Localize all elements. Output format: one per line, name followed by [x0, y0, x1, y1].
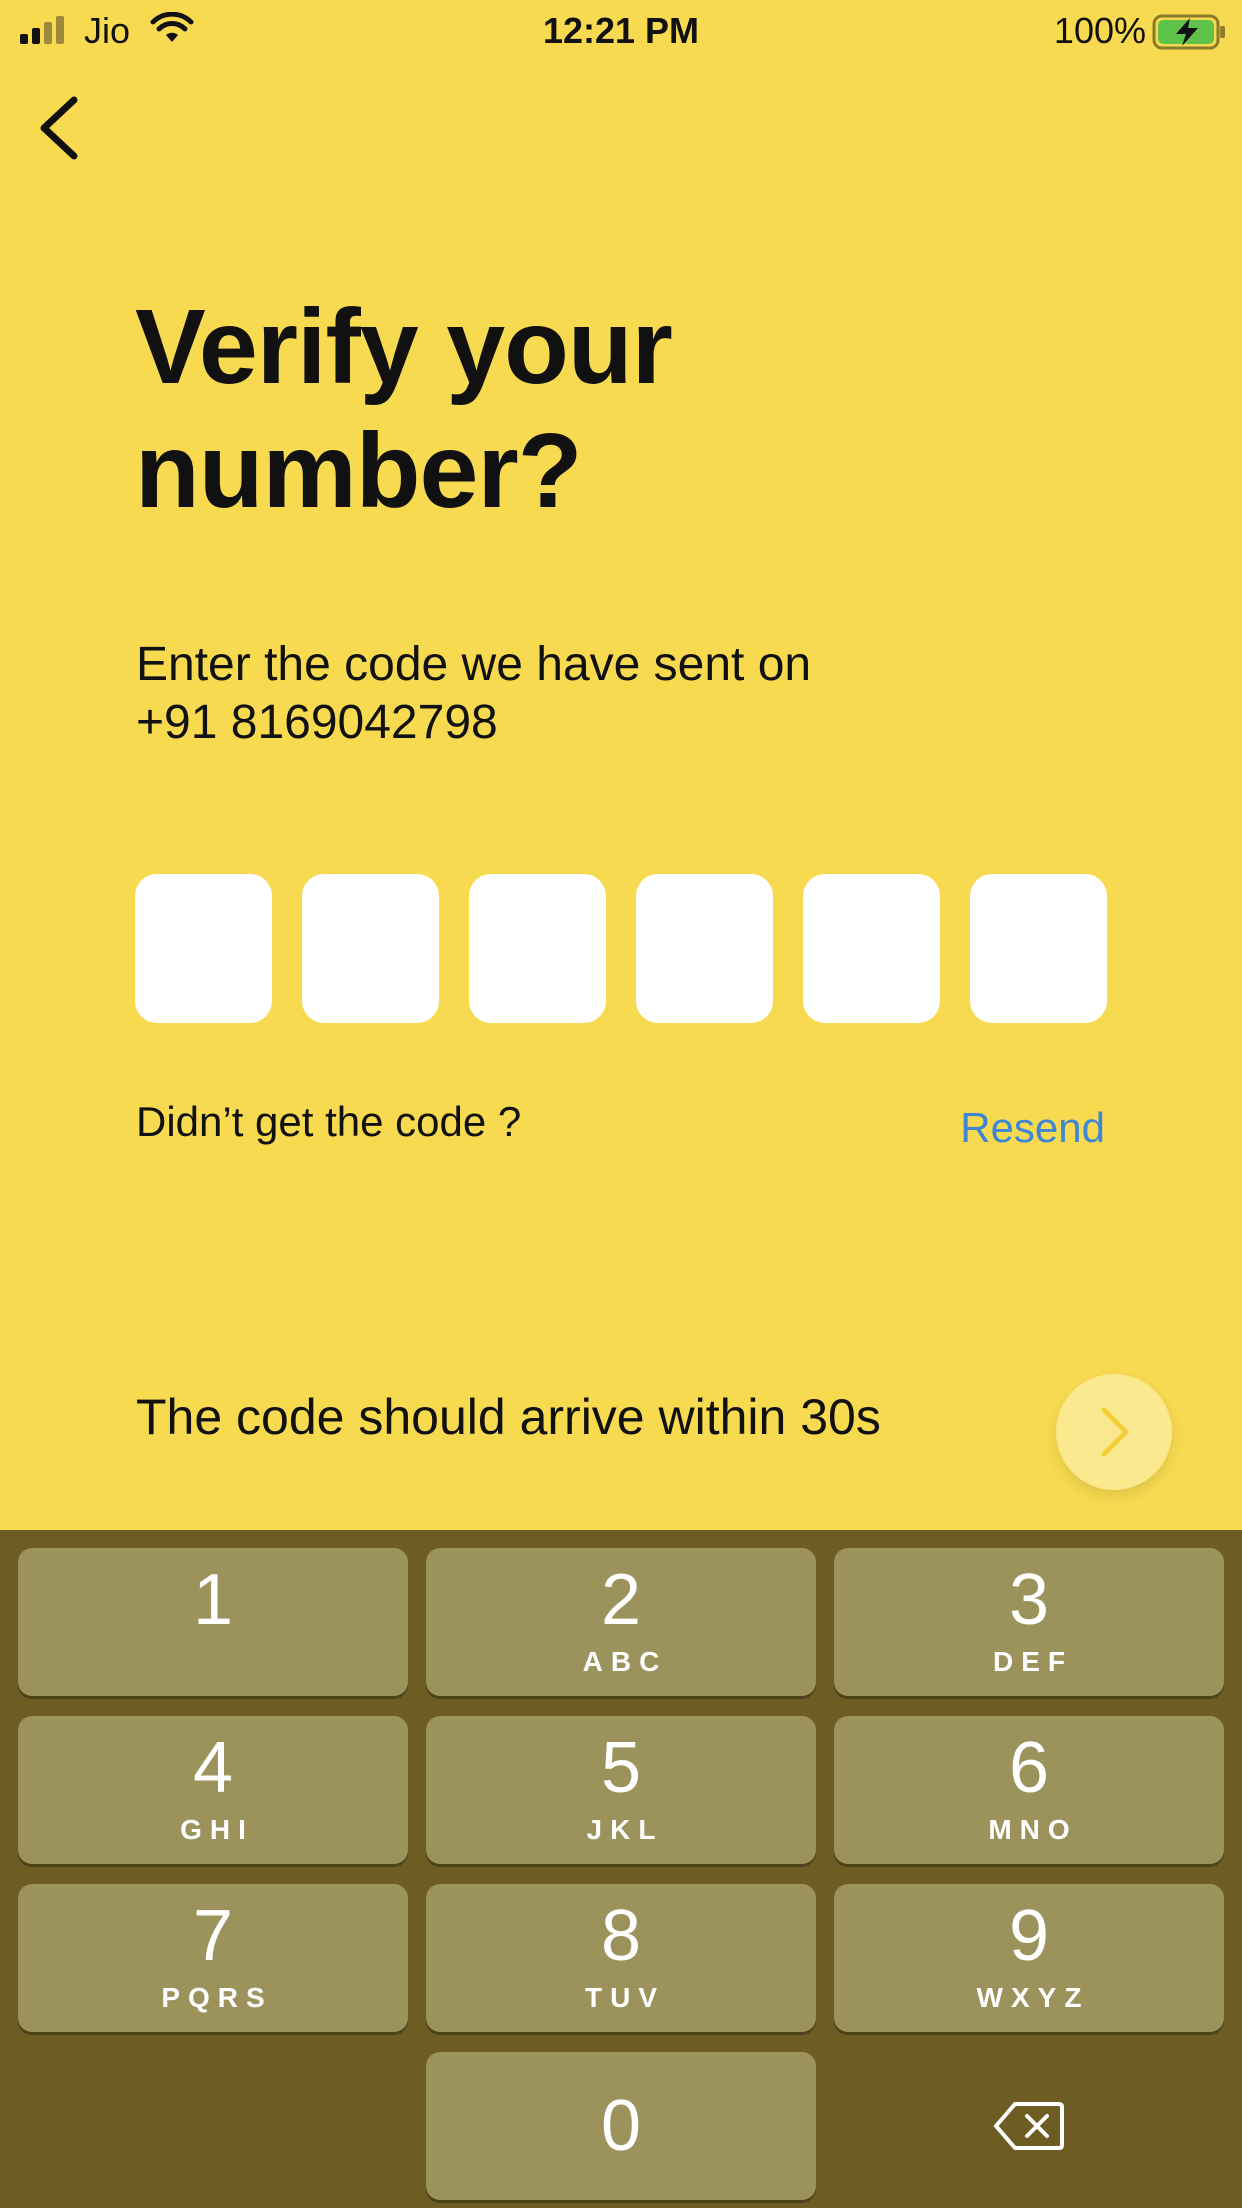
- key-9[interactable]: 9 WXYZ: [834, 1884, 1224, 2032]
- key-1[interactable]: 1: [18, 1548, 408, 1696]
- otp-input-group: [135, 874, 1107, 1023]
- key-number: 4: [192, 1728, 234, 1808]
- didnt-get-code-label: Didn’t get the code ?: [136, 1098, 522, 1145]
- key-8[interactable]: 8 TUV: [426, 1884, 816, 2032]
- key-letters: JKL: [586, 1814, 664, 1845]
- back-button[interactable]: [30, 88, 86, 168]
- resend-link[interactable]: Resend: [960, 1104, 1105, 1152]
- backspace-button[interactable]: [834, 2052, 1224, 2200]
- key-0[interactable]: 0: [426, 2052, 816, 2200]
- key-4[interactable]: 4 GHI: [18, 1716, 408, 1864]
- key-3[interactable]: 3 DEF: [834, 1548, 1224, 1696]
- otp-digit-4[interactable]: [636, 874, 773, 1023]
- key-2[interactable]: 2 ABC: [426, 1548, 816, 1696]
- key-number: 2: [600, 1560, 642, 1640]
- key-letters: WXYZ: [976, 1982, 1090, 2013]
- key-letters: GHI: [180, 1814, 254, 1845]
- key-number: 9: [1008, 1896, 1050, 1976]
- key-number: 0: [600, 2086, 642, 2166]
- key-number: 7: [192, 1896, 234, 1976]
- chevron-left-icon: [40, 96, 78, 160]
- key-number: 3: [1008, 1560, 1050, 1640]
- key-number: 6: [1008, 1728, 1050, 1808]
- key-7[interactable]: 7 PQRS: [18, 1884, 408, 2032]
- instruction-text: Enter the code we have sent on +91 81690…: [136, 636, 1036, 752]
- battery-charging-icon: [1152, 14, 1225, 50]
- arrival-hint: The code should arrive within 30s: [136, 1389, 881, 1445]
- key-5[interactable]: 5 JKL: [426, 1716, 816, 1864]
- otp-digit-5[interactable]: [803, 874, 940, 1023]
- key-letters: ABC: [582, 1646, 668, 1677]
- key-number: 5: [600, 1728, 642, 1808]
- key-letters: MNO: [988, 1814, 1078, 1845]
- instruction-line: Enter the code we have sent on: [136, 638, 812, 691]
- otp-digit-3[interactable]: [469, 874, 606, 1023]
- key-6[interactable]: 6 MNO: [834, 1716, 1224, 1864]
- chevron-right-icon: [1101, 1407, 1129, 1457]
- otp-digit-2[interactable]: [302, 874, 439, 1023]
- key-letters: DEF: [993, 1646, 1073, 1677]
- page-title: Verify your number?: [135, 288, 673, 530]
- next-button[interactable]: [1056, 1374, 1172, 1490]
- battery-percentage: 100%: [1053, 10, 1146, 51]
- key-letters: PQRS: [161, 1982, 273, 2013]
- otp-digit-6[interactable]: [970, 874, 1107, 1023]
- backspace-icon: [994, 2102, 1064, 2150]
- status-bar: Jio 12:21 PM 100%: [0, 0, 1242, 62]
- phone-number: +91 8169042798: [136, 696, 498, 749]
- key-number: 8: [600, 1896, 642, 1976]
- key-letters: TUV: [585, 1982, 665, 2013]
- otp-digit-1[interactable]: [135, 874, 272, 1023]
- key-number: 1: [192, 1560, 234, 1640]
